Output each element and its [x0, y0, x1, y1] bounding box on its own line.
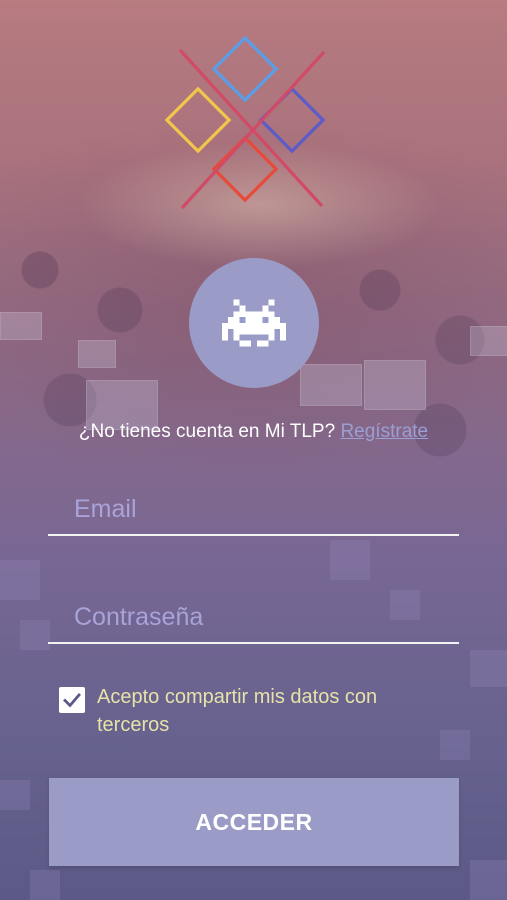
pixel-decoration — [20, 620, 50, 650]
background-screen — [300, 364, 362, 406]
email-field-container — [48, 484, 459, 536]
pixel-decoration — [0, 560, 40, 600]
pixel-decoration — [0, 780, 30, 810]
submit-button[interactable]: ACCEDER — [49, 778, 459, 866]
pixel-decoration — [30, 870, 60, 900]
pixel-decoration — [440, 730, 470, 760]
register-prompt-line: ¿No tienes cuenta en Mi TLP? Regístrate — [0, 421, 507, 443]
tlp-diamond-logo-icon — [164, 35, 326, 210]
consent-checkbox[interactable] — [59, 687, 85, 713]
pixel-decoration — [330, 540, 370, 580]
background-screen — [364, 360, 426, 410]
background-screen — [0, 312, 42, 340]
space-invader-icon — [222, 299, 286, 347]
password-field-container — [48, 592, 459, 644]
background-screen — [78, 340, 116, 368]
email-field[interactable] — [48, 484, 459, 534]
password-field[interactable] — [48, 592, 459, 642]
register-prompt: ¿No tienes cuenta en Mi TLP? — [78, 421, 336, 442]
register-link[interactable]: Regístrate — [340, 421, 428, 442]
pixel-decoration — [470, 650, 507, 687]
avatar — [189, 258, 319, 388]
pixel-decoration — [470, 860, 507, 900]
consent-label: Acepto compartir mis datos con terceros — [97, 686, 378, 736]
consent-row: Acepto compartir mis datos con terceros — [59, 683, 439, 739]
background-screen — [470, 326, 507, 356]
checkmark-icon — [63, 693, 81, 708]
